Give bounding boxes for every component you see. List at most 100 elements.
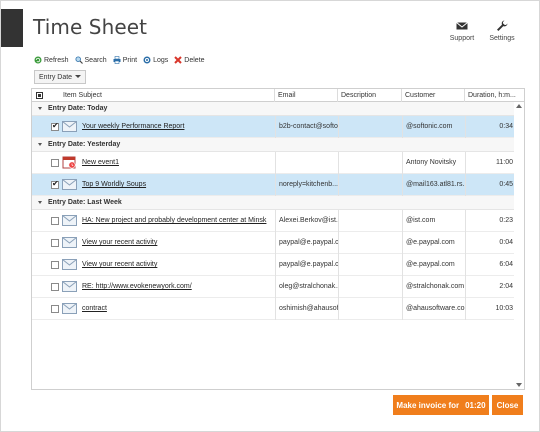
row-customer: @e.paypal.com bbox=[402, 254, 465, 276]
logs-icon bbox=[143, 56, 151, 64]
row-description bbox=[338, 254, 402, 276]
row-checkbox[interactable] bbox=[51, 305, 59, 313]
row-description bbox=[338, 298, 402, 320]
logs-button[interactable]: Logs bbox=[143, 56, 168, 64]
row-email: paypal@e.paypal.c... bbox=[275, 232, 338, 254]
refresh-icon bbox=[34, 56, 42, 64]
settings-button[interactable]: Settings bbox=[487, 19, 517, 42]
toolbar: Refresh Search Print Logs Delete bbox=[34, 56, 205, 64]
envelope-icon bbox=[62, 237, 77, 248]
envelope-icon bbox=[456, 22, 468, 30]
row-description bbox=[338, 276, 402, 298]
row-description bbox=[338, 116, 402, 138]
make-invoice-button[interactable]: Make invoice for 01:20 bbox=[393, 395, 489, 415]
vertical-scrollbar[interactable] bbox=[514, 102, 524, 389]
group-header[interactable]: Entry Date: Last Week bbox=[32, 196, 516, 210]
row-duration: 0:45 bbox=[465, 174, 516, 196]
envelope-icon bbox=[62, 259, 77, 270]
row-subject[interactable]: Top 9 Worldly Soups bbox=[82, 174, 276, 196]
top-actions: Support Settings bbox=[447, 19, 517, 42]
row-subject[interactable]: View your recent activity bbox=[82, 254, 276, 276]
search-label: Search bbox=[84, 56, 107, 64]
row-description bbox=[338, 174, 402, 196]
refresh-button[interactable]: Refresh bbox=[34, 56, 69, 64]
row-customer: @ist.com bbox=[402, 210, 465, 232]
row-checkbox[interactable] bbox=[51, 179, 59, 189]
table-row[interactable]: RE: http://www.evokenewyork.com/ oleg@st… bbox=[32, 276, 516, 298]
support-label: Support bbox=[449, 35, 475, 42]
row-duration: 2:04 bbox=[465, 276, 516, 298]
row-email: oshimish@ahausof... bbox=[275, 298, 338, 320]
table-row[interactable]: View your recent activity paypal@e.paypa… bbox=[32, 232, 516, 254]
invoice-total: 01:20 bbox=[465, 400, 486, 410]
row-description bbox=[338, 152, 402, 174]
row-checkbox[interactable] bbox=[51, 261, 59, 269]
row-description bbox=[338, 232, 402, 254]
group-label: Entry Date: Today bbox=[48, 105, 108, 112]
envelope-icon bbox=[62, 281, 77, 292]
row-subject[interactable]: Your weekly Performance Report bbox=[82, 116, 276, 138]
row-subject[interactable]: contract bbox=[82, 298, 276, 320]
row-duration: 10:03 bbox=[465, 298, 516, 320]
row-description bbox=[338, 210, 402, 232]
row-customer: @e.paypal.com bbox=[402, 232, 465, 254]
search-icon bbox=[75, 56, 83, 64]
column-description[interactable]: Description bbox=[338, 89, 402, 102]
row-subject[interactable]: View your recent activity bbox=[82, 232, 276, 254]
page-title: Time Sheet bbox=[33, 15, 148, 39]
collapse-icon bbox=[38, 201, 42, 204]
row-subject[interactable]: HA: New project and probably development… bbox=[82, 210, 276, 232]
envelope-icon bbox=[62, 121, 77, 132]
timesheet-grid: Item Subject Email Description Customer … bbox=[31, 88, 525, 390]
table-row[interactable]: contract oshimish@ahausof... @ahausoftwa… bbox=[32, 298, 516, 320]
row-customer: @stralchonak.com bbox=[402, 276, 465, 298]
support-button[interactable]: Support bbox=[447, 19, 477, 42]
collapse-icon bbox=[38, 107, 42, 110]
table-row[interactable]: Your weekly Performance Report b2b-conta… bbox=[32, 116, 516, 138]
table-row[interactable]: View your recent activity paypal@e.paypa… bbox=[32, 254, 516, 276]
row-checkbox[interactable] bbox=[51, 283, 59, 291]
column-customer[interactable]: Customer bbox=[402, 89, 465, 102]
print-button[interactable]: Print bbox=[113, 56, 137, 64]
row-checkbox[interactable] bbox=[51, 239, 59, 247]
group-label: Entry Date: Yesterday bbox=[48, 141, 121, 148]
search-button[interactable]: Search bbox=[75, 56, 107, 64]
chevron-down-icon bbox=[75, 75, 81, 78]
group-header[interactable]: Entry Date: Yesterday bbox=[32, 138, 516, 152]
select-all-checkbox[interactable] bbox=[36, 92, 43, 99]
logs-label: Logs bbox=[153, 56, 169, 64]
row-email bbox=[275, 152, 338, 174]
row-email: noreply=kitchenb... bbox=[275, 174, 338, 196]
column-duration[interactable]: Duration, h:m... bbox=[465, 89, 524, 102]
row-duration: 0:34 bbox=[465, 116, 516, 138]
column-subject[interactable]: Item Subject bbox=[60, 89, 275, 102]
printer-icon bbox=[113, 56, 121, 64]
row-checkbox[interactable] bbox=[51, 121, 59, 131]
row-subject[interactable]: New event1 bbox=[82, 152, 276, 174]
scroll-down-icon[interactable] bbox=[516, 383, 522, 387]
row-customer: @softonic.com bbox=[402, 116, 465, 138]
delete-icon bbox=[174, 56, 183, 64]
collapse-icon bbox=[38, 143, 42, 146]
delete-button[interactable]: Delete bbox=[174, 56, 205, 64]
scroll-up-icon[interactable] bbox=[516, 104, 522, 108]
delete-label: Delete bbox=[184, 56, 205, 64]
group-by-value: Entry Date bbox=[39, 73, 73, 81]
row-email: b2b-contact@softo... bbox=[275, 116, 338, 138]
group-by-select[interactable]: Entry Date bbox=[34, 70, 86, 84]
wrench-icon bbox=[497, 20, 508, 31]
group-header[interactable]: Entry Date: Today bbox=[32, 102, 516, 116]
group-label: Entry Date: Last Week bbox=[48, 199, 122, 206]
row-subject[interactable]: RE: http://www.evokenewyork.com/ bbox=[82, 276, 276, 298]
invoice-label: Make invoice for bbox=[396, 400, 460, 410]
row-checkbox[interactable] bbox=[51, 159, 59, 167]
row-customer: @ahausoftware.com bbox=[402, 298, 465, 320]
column-email[interactable]: Email bbox=[275, 89, 338, 102]
table-row[interactable]: HA: New project and probably development… bbox=[32, 210, 516, 232]
row-checkbox[interactable] bbox=[51, 217, 59, 225]
table-row[interactable]: New event1 Antony Novitsky 11:00 bbox=[32, 152, 516, 174]
envelope-icon bbox=[62, 215, 77, 226]
envelope-icon bbox=[62, 179, 77, 190]
table-row[interactable]: Top 9 Worldly Soups noreply=kitchenb... … bbox=[32, 174, 516, 196]
close-button[interactable]: Close bbox=[492, 395, 523, 415]
